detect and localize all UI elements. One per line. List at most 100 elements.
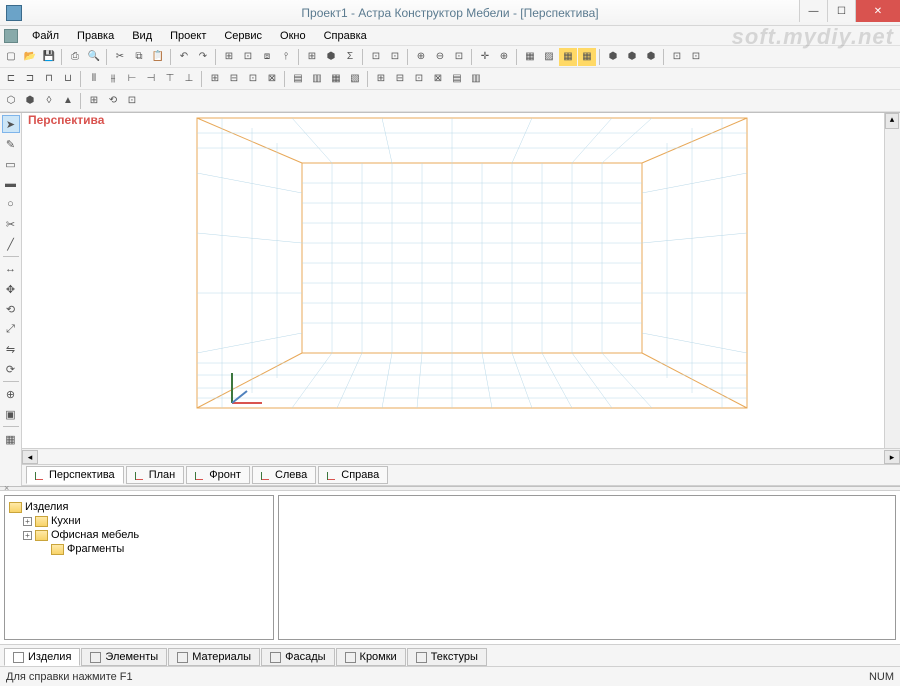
- tool-icon[interactable]: ⫯: [277, 48, 295, 66]
- align-icon[interactable]: ⊥: [180, 70, 198, 88]
- rotate-tool-icon[interactable]: ⟲: [2, 300, 20, 318]
- paste-icon[interactable]: 📋: [149, 48, 167, 66]
- grid-tool-icon[interactable]: ▦: [2, 430, 20, 448]
- dim-tool-icon[interactable]: ↔: [2, 260, 20, 278]
- align-icon[interactable]: ⊣: [142, 70, 160, 88]
- refresh-tool-icon[interactable]: ⟳: [2, 360, 20, 378]
- close-button[interactable]: ✕: [855, 0, 900, 22]
- align-icon[interactable]: ⊔: [59, 70, 77, 88]
- rect-tool-icon[interactable]: ▭: [2, 155, 20, 173]
- bottom-tab-materials[interactable]: Материалы: [168, 648, 260, 666]
- scroll-right-icon[interactable]: ▸: [884, 450, 900, 464]
- shape-icon[interactable]: ▲: [59, 92, 77, 110]
- tool-icon[interactable]: ⊡: [386, 48, 404, 66]
- tool-icon[interactable]: ⬢: [642, 48, 660, 66]
- distribute-icon[interactable]: ⊠: [263, 70, 281, 88]
- layout-icon[interactable]: ▤: [448, 70, 466, 88]
- tool-icon[interactable]: ⧈: [258, 48, 276, 66]
- detail-pane[interactable]: [278, 495, 896, 640]
- layout-icon[interactable]: ▦: [327, 70, 345, 88]
- cut-icon[interactable]: ✂: [111, 48, 129, 66]
- horizontal-scrollbar[interactable]: ◂ ▸: [22, 448, 900, 464]
- layout-icon[interactable]: ▥: [308, 70, 326, 88]
- shape-icon[interactable]: ⬡: [2, 92, 20, 110]
- menu-view[interactable]: Вид: [124, 28, 160, 44]
- group-tool-icon[interactable]: ▣: [2, 405, 20, 423]
- tree-item[interactable]: + Кухни: [9, 514, 269, 528]
- layout-icon[interactable]: ⊡: [410, 70, 428, 88]
- open-icon[interactable]: 📂: [21, 48, 39, 66]
- tool-icon[interactable]: ⊕: [495, 48, 513, 66]
- maximize-button[interactable]: ☐: [827, 0, 855, 22]
- tool-icon[interactable]: ⬢: [322, 48, 340, 66]
- render-icon[interactable]: ▦: [521, 48, 539, 66]
- tool-icon[interactable]: ⊡: [123, 92, 141, 110]
- menu-window[interactable]: Окно: [272, 28, 314, 44]
- app-menu-icon[interactable]: [4, 29, 18, 43]
- zoom-out-icon[interactable]: ⊖: [431, 48, 449, 66]
- layout-icon[interactable]: ⊞: [372, 70, 390, 88]
- layout-icon[interactable]: ▧: [346, 70, 364, 88]
- render-icon[interactable]: ▦: [559, 48, 577, 66]
- circle-tool-icon[interactable]: ○: [2, 195, 20, 213]
- new-icon[interactable]: ▢: [2, 48, 20, 66]
- zoom-fit-icon[interactable]: ⊡: [450, 48, 468, 66]
- cursor-tool-icon[interactable]: ➤: [2, 115, 20, 133]
- undo-icon[interactable]: ↶: [175, 48, 193, 66]
- align-icon[interactable]: ⊐: [21, 70, 39, 88]
- bottom-tab-products[interactable]: Изделия: [4, 648, 80, 666]
- zoom-in-icon[interactable]: ⊕: [412, 48, 430, 66]
- copy-icon[interactable]: ⧉: [130, 48, 148, 66]
- view-tab-right[interactable]: Справа: [318, 466, 388, 484]
- tool-icon[interactable]: ✛: [476, 48, 494, 66]
- tool-icon[interactable]: ⊞: [220, 48, 238, 66]
- print-icon[interactable]: ⎙: [66, 48, 84, 66]
- menu-help[interactable]: Справка: [316, 28, 375, 44]
- scroll-track[interactable]: [38, 450, 884, 464]
- scroll-up-icon[interactable]: ▴: [885, 113, 899, 129]
- distribute-icon[interactable]: ⊞: [206, 70, 224, 88]
- shape-icon[interactable]: ⬢: [21, 92, 39, 110]
- mirror-tool-icon[interactable]: ⇋: [2, 340, 20, 358]
- expand-icon[interactable]: +: [23, 531, 32, 540]
- menu-file[interactable]: Файл: [24, 28, 67, 44]
- join-tool-icon[interactable]: ⊕: [2, 385, 20, 403]
- render-icon[interactable]: ▨: [540, 48, 558, 66]
- shape-icon[interactable]: ◊: [40, 92, 58, 110]
- menu-project[interactable]: Проект: [162, 28, 214, 44]
- expand-icon[interactable]: +: [23, 517, 32, 526]
- preview-icon[interactable]: 🔍: [85, 48, 103, 66]
- tool-icon[interactable]: ⊡: [239, 48, 257, 66]
- scale-tool-icon[interactable]: ⤢: [2, 320, 20, 338]
- minimize-button[interactable]: —: [799, 0, 827, 22]
- viewport[interactable]: Перспектива: [22, 113, 900, 448]
- layout-icon[interactable]: ⊟: [391, 70, 409, 88]
- menu-service[interactable]: Сервис: [216, 28, 270, 44]
- tool-icon[interactable]: ⟲: [104, 92, 122, 110]
- save-icon[interactable]: 💾: [40, 48, 58, 66]
- tool-icon[interactable]: ⊞: [85, 92, 103, 110]
- tool-icon[interactable]: ⊡: [668, 48, 686, 66]
- distribute-icon[interactable]: ⊡: [244, 70, 262, 88]
- view-tab-perspective[interactable]: Перспектива: [26, 466, 124, 484]
- align-icon[interactable]: ⫵: [104, 70, 122, 88]
- bottom-tab-edges[interactable]: Кромки: [336, 648, 406, 666]
- tree-item[interactable]: Фрагменты: [9, 542, 269, 556]
- align-icon[interactable]: ⊤: [161, 70, 179, 88]
- panel-resize-handle[interactable]: [0, 487, 900, 491]
- layout-icon[interactable]: ⊠: [429, 70, 447, 88]
- align-icon[interactable]: ⊏: [2, 70, 20, 88]
- align-icon[interactable]: ⫴: [85, 70, 103, 88]
- edit-tool-icon[interactable]: ✎: [2, 135, 20, 153]
- align-icon[interactable]: ⊢: [123, 70, 141, 88]
- view-tab-front[interactable]: Фронт: [186, 466, 250, 484]
- vertical-scrollbar[interactable]: ▴: [884, 113, 900, 448]
- bottom-tab-elements[interactable]: Элементы: [81, 648, 167, 666]
- align-icon[interactable]: ⊓: [40, 70, 58, 88]
- bottom-tab-textures[interactable]: Текстуры: [407, 648, 487, 666]
- redo-icon[interactable]: ↷: [194, 48, 212, 66]
- menu-edit[interactable]: Правка: [69, 28, 122, 44]
- bottom-tab-facades[interactable]: Фасады: [261, 648, 334, 666]
- panel-tool-icon[interactable]: ▬: [2, 175, 20, 193]
- sigma-icon[interactable]: Σ: [341, 48, 359, 66]
